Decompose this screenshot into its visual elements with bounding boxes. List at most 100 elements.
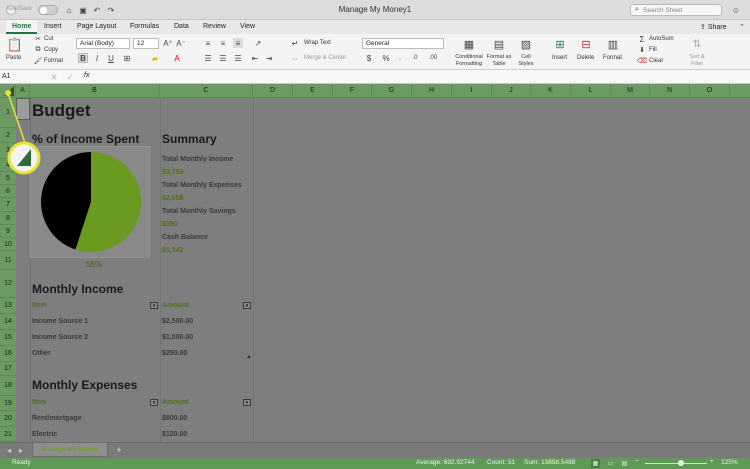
row-header-21[interactable]: 21 — [0, 427, 16, 442]
row-header-14[interactable]: 14 — [0, 314, 16, 330]
row-header-19[interactable]: 19 — [0, 396, 16, 411]
merge-icon[interactable]: ⇔ — [290, 53, 300, 63]
insert-cells-icon[interactable]: ⊞ — [553, 37, 567, 51]
sort-filter-icon[interactable]: ⇅ — [690, 37, 704, 51]
fill-label[interactable]: Fill — [649, 47, 657, 53]
increase-font-icon[interactable]: A⁺ — [163, 38, 173, 48]
tab-insert[interactable]: Insert — [44, 23, 62, 30]
scroll-left-icon[interactable]: ◂ — [4, 445, 14, 455]
row-header-10[interactable]: 10 — [0, 238, 16, 251]
summary-label-income[interactable]: Total Monthly Income — [162, 156, 233, 163]
conditional-formatting-label[interactable]: Conditional Formatting — [452, 54, 486, 68]
row-header-6[interactable]: 6 — [0, 185, 16, 198]
expense-row-item[interactable]: Rent/mortgage — [32, 415, 81, 422]
column-header-c[interactable]: C — [160, 84, 253, 98]
font-name-select[interactable]: Arial (Body) — [76, 38, 130, 49]
cancel-entry-icon[interactable]: ✕ — [50, 72, 58, 82]
summary-label-savings[interactable]: Total Monthly Savings — [162, 208, 236, 215]
font-size-select[interactable]: 12 — [133, 38, 159, 49]
format-cells-label[interactable]: Format — [603, 55, 622, 61]
sheet-tab-manage-my-money[interactable]: Manage My Money — [32, 443, 108, 457]
expense-item-header[interactable]: Item — [32, 399, 46, 406]
normal-view-icon[interactable]: ▦ — [591, 459, 600, 468]
align-top-icon[interactable]: ≡ — [203, 38, 213, 48]
currency-icon[interactable]: $ — [364, 53, 374, 63]
expense-amount-header[interactable]: Amount — [162, 399, 188, 406]
format-painter-icon[interactable]: 🖌 — [34, 57, 43, 65]
tab-data[interactable]: Data — [174, 23, 189, 30]
column-header-h[interactable]: H — [412, 84, 452, 98]
row-header-8[interactable]: 8 — [0, 212, 16, 225]
delete-cells-label[interactable]: Delete — [577, 55, 594, 61]
fill-icon[interactable]: ⬇ — [638, 46, 646, 54]
row-header-20[interactable]: 20 — [0, 411, 16, 427]
zoom-slider[interactable] — [645, 463, 707, 464]
scroll-right-icon[interactable]: ▸ — [16, 445, 26, 455]
income-row-amount[interactable]: $1,000.00 — [162, 334, 193, 341]
format-painter-label[interactable]: Format — [44, 58, 63, 64]
format-as-table-icon[interactable]: ▤ — [492, 37, 506, 51]
add-sheet-icon[interactable]: + — [114, 444, 124, 456]
cell-styles-label[interactable]: Cell Styles — [514, 54, 538, 68]
paste-icon[interactable]: 📋 — [7, 37, 23, 53]
tab-review[interactable]: Review — [203, 23, 226, 30]
insert-cells-label[interactable]: Insert — [552, 55, 567, 61]
row-header-11[interactable]: 11 — [0, 251, 16, 270]
delete-cells-icon[interactable]: ⊟ — [579, 37, 593, 51]
copy-icon[interactable]: ⧉ — [34, 46, 42, 54]
wrap-text-icon[interactable]: ↵ — [290, 38, 300, 48]
orientation-icon[interactable]: ↗ — [252, 38, 264, 48]
table-resize-handle[interactable] — [247, 355, 250, 358]
column-header-g[interactable]: G — [372, 84, 412, 98]
font-color-icon[interactable]: A — [172, 53, 182, 63]
align-left-icon[interactable]: ☰ — [203, 53, 213, 63]
summary-value-income[interactable]: $3,750 — [162, 169, 183, 176]
tab-view[interactable]: View — [240, 23, 255, 30]
formula-input[interactable] — [100, 72, 740, 82]
cut-label[interactable]: Cut — [44, 36, 53, 42]
summary-value-savings[interactable]: $550 — [162, 221, 178, 228]
cell-styles-icon[interactable]: ▧ — [519, 37, 533, 51]
italic-icon[interactable]: I — [92, 53, 102, 63]
percent-icon[interactable]: % — [381, 53, 391, 63]
expense-item-filter-button[interactable]: ▾ — [150, 399, 158, 406]
column-header-f[interactable]: F — [333, 84, 372, 98]
number-format-select[interactable]: General — [362, 38, 444, 49]
zoom-out-icon[interactable]: − — [635, 458, 639, 465]
paste-label[interactable]: Paste — [6, 55, 21, 61]
align-right-icon[interactable]: ☰ — [233, 53, 243, 63]
row-header-15[interactable]: 15 — [0, 330, 16, 346]
zoom-level[interactable]: 125% — [721, 459, 738, 466]
row-header-17[interactable]: 17 — [0, 362, 16, 376]
income-item-filter-button[interactable]: ▾ — [150, 302, 158, 309]
format-cells-icon[interactable]: ▥ — [606, 37, 620, 51]
row-header-12[interactable]: 12 — [0, 270, 16, 298]
column-header-m[interactable]: M — [611, 84, 650, 98]
column-header-l[interactable]: L — [571, 84, 611, 98]
comma-icon[interactable]: , — [395, 53, 405, 63]
chevron-up-icon[interactable]: ⌃ — [737, 22, 747, 32]
conditional-formatting-icon[interactable]: ▦ — [462, 37, 476, 51]
borders-icon[interactable]: ⊞ — [122, 53, 132, 63]
income-row-item[interactable]: Income Source 2 — [32, 334, 88, 341]
column-header-d[interactable]: D — [253, 84, 293, 98]
wrap-text-label[interactable]: Wrap Text — [304, 40, 331, 46]
income-row-item[interactable]: Other — [32, 350, 51, 357]
account-icon[interactable]: ☺ — [730, 4, 742, 16]
clear-icon[interactable]: ⌫ — [637, 57, 647, 65]
income-spent-percent[interactable]: 55% — [86, 260, 102, 269]
merge-center-label[interactable]: Merge & Center — [304, 55, 346, 61]
search-sheet-field[interactable]: ⌕ Search Sheet — [630, 4, 722, 16]
expense-row-item[interactable]: Electric — [32, 431, 57, 438]
summary-heading[interactable]: Summary — [162, 132, 217, 146]
tab-page-layout[interactable]: Page Layout — [77, 23, 116, 30]
sort-filter-label[interactable]: Sort & Filter — [684, 54, 710, 68]
clear-label[interactable]: Clear — [649, 58, 663, 64]
tab-formulas[interactable]: Formulas — [130, 23, 159, 30]
function-icon[interactable]: fx — [84, 72, 89, 79]
tab-home[interactable]: Home — [6, 20, 38, 34]
decrease-decimal-icon[interactable]: .00 — [426, 53, 440, 63]
format-as-table-label[interactable]: Format as Table — [486, 54, 512, 68]
indent-decrease-icon[interactable]: ⇤ — [250, 53, 260, 63]
bold-icon[interactable]: B — [78, 53, 88, 63]
